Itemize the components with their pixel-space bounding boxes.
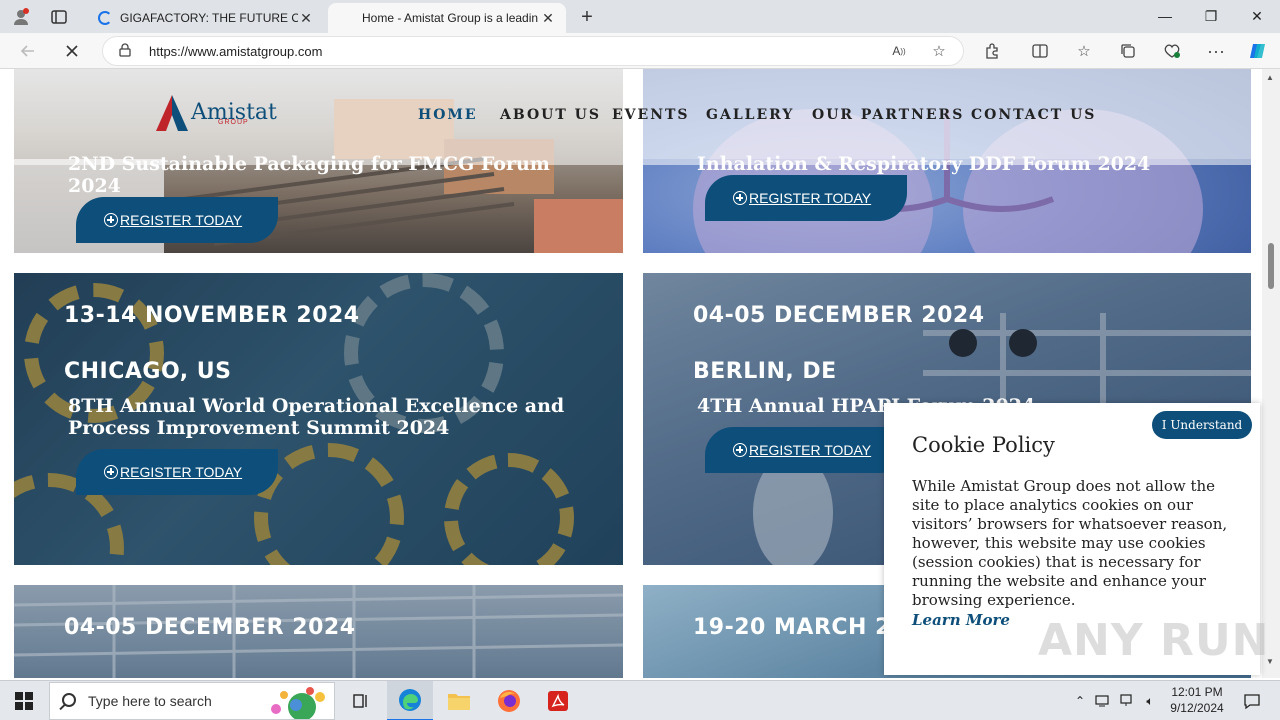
tab-actions-icon[interactable] xyxy=(48,6,70,28)
new-tab-icon[interactable]: + xyxy=(576,6,598,28)
chevron-up-icon[interactable]: ⌃ xyxy=(1070,694,1090,708)
register-label: REGISTER TODAY xyxy=(120,464,243,480)
search-placeholder: Type here to search xyxy=(88,693,212,709)
browser-tab-strip: GIGAFACTORY: THE FUTURE OF E ✕ Home - Am… xyxy=(0,0,1280,33)
restore-icon[interactable]: ❐ xyxy=(1188,4,1234,28)
taskbar-search-box[interactable]: Type here to search xyxy=(49,682,335,720)
close-tab-icon[interactable]: ✕ xyxy=(298,10,314,27)
event-card[interactable]: 13-14 NOVEMBER 2024 CHICAGO, US 8TH Annu… xyxy=(14,273,623,565)
scroll-thumb[interactable] xyxy=(1268,243,1274,289)
read-aloud-icon[interactable]: A)) xyxy=(887,39,911,63)
system-tray: ⌃ 🔈︎ xyxy=(1070,681,1162,720)
file-explorer-icon[interactable] xyxy=(436,681,482,720)
register-today-button[interactable]: REGISTER TODAY xyxy=(76,197,278,243)
windows-logo-icon xyxy=(15,692,33,710)
windows-taskbar: Type here to search ⌃ 🔈︎ 12:01 PM 9/12/2… xyxy=(0,680,1280,720)
loading-icon xyxy=(98,11,112,25)
tab-gigafactory[interactable]: GIGAFACTORY: THE FUTURE OF E ✕ xyxy=(88,3,324,33)
nav-contact-us[interactable]: CONTACT US xyxy=(971,107,1096,123)
acrobat-icon[interactable] xyxy=(535,681,581,720)
profile-icon[interactable] xyxy=(10,6,32,28)
notifications-icon[interactable] xyxy=(1232,681,1272,720)
network-icon[interactable] xyxy=(1090,693,1114,710)
collections-icon[interactable] xyxy=(1116,39,1140,63)
url-text: https://www.amistatgroup.com xyxy=(149,44,323,59)
stop-loading-icon[interactable] xyxy=(60,39,84,63)
register-label: REGISTER TODAY xyxy=(749,442,872,458)
edge-taskbar-icon[interactable] xyxy=(387,681,433,720)
more-menu-icon[interactable]: ··· xyxy=(1204,39,1228,63)
browser-toolbar: https://www.amistatgroup.com A)) ☆ ☆ ··· xyxy=(0,33,1280,69)
start-button[interactable] xyxy=(0,681,48,720)
site-header: Amistat GROUP HOME ABOUT US EVENTS GALLE… xyxy=(0,69,1262,165)
tab-title: Home - Amistat Group is a leadin xyxy=(362,11,539,25)
add-circle-icon xyxy=(733,191,747,205)
site-logo[interactable]: Amistat GROUP xyxy=(156,95,277,131)
copilot-icon[interactable] xyxy=(1246,39,1270,63)
task-view-icon[interactable] xyxy=(338,681,384,720)
split-screen-icon[interactable] xyxy=(1028,39,1052,63)
event-card[interactable]: 04-05 DECEMBER 2024 xyxy=(14,585,623,678)
nav-our-partners[interactable]: OUR PARTNERS xyxy=(812,107,964,123)
lock-icon[interactable] xyxy=(119,43,131,57)
taskbar-clock[interactable]: 12:01 PM 9/12/2024 xyxy=(1162,684,1232,716)
learn-more-link[interactable]: Learn More xyxy=(912,611,1010,629)
page-scrollbar[interactable]: ▲ ▼ xyxy=(1262,69,1280,678)
browser-essentials-icon[interactable] xyxy=(1160,39,1184,63)
i-understand-button[interactable]: I Understand xyxy=(1152,411,1252,439)
back-icon[interactable] xyxy=(16,39,40,63)
firefox-icon[interactable] xyxy=(486,681,532,720)
tab-amistat-home[interactable]: Home - Amistat Group is a leadin ✕ xyxy=(328,3,566,33)
register-label: REGISTER TODAY xyxy=(120,212,243,228)
add-circle-icon xyxy=(733,443,747,457)
register-today-button[interactable]: REGISTER TODAY xyxy=(705,427,907,473)
add-circle-icon xyxy=(104,213,118,227)
event-city: BERLIN, DE xyxy=(693,359,837,384)
cookie-title: Cookie Policy xyxy=(912,433,1055,457)
search-highlight-icon xyxy=(271,687,325,719)
register-today-button[interactable]: REGISTER TODAY xyxy=(76,449,278,495)
register-label: REGISTER TODAY xyxy=(749,190,872,206)
event-city: CHICAGO, US xyxy=(64,359,232,384)
minimize-icon[interactable]: — xyxy=(1142,4,1188,28)
favorite-star-icon[interactable]: ☆ xyxy=(927,39,951,63)
search-icon xyxy=(62,693,76,707)
event-date: 19-20 MARCH 2 xyxy=(693,615,891,640)
display-icon[interactable] xyxy=(1114,693,1138,710)
nav-about-us[interactable]: ABOUT US xyxy=(500,107,601,123)
nav-gallery[interactable]: GALLERY xyxy=(706,107,794,123)
favorites-icon[interactable]: ☆ xyxy=(1072,39,1096,63)
add-circle-icon xyxy=(104,465,118,479)
page-viewport: 2ND Sustainable Packaging for FMCG Forum… xyxy=(0,69,1280,678)
cookie-body: While Amistat Group does not allow the s… xyxy=(912,477,1228,609)
anyrun-watermark: ANY RUN xyxy=(1038,615,1270,666)
event-date: 04-05 DECEMBER 2024 xyxy=(693,303,985,328)
close-window-icon[interactable]: ✕ xyxy=(1234,4,1280,28)
address-bar[interactable]: https://www.amistatgroup.com A)) ☆ xyxy=(102,36,964,66)
scroll-up-arrow-icon[interactable]: ▲ xyxy=(1266,73,1274,82)
nav-home[interactable]: HOME xyxy=(418,107,478,123)
tab-title: GIGAFACTORY: THE FUTURE OF E xyxy=(120,11,298,25)
volume-icon[interactable]: 🔈︎ xyxy=(1138,694,1162,709)
event-date: 04-05 DECEMBER 2024 xyxy=(64,615,356,640)
nav-events[interactable]: EVENTS xyxy=(612,107,690,123)
amistat-logo-icon xyxy=(156,95,188,131)
event-date: 13-14 NOVEMBER 2024 xyxy=(64,303,360,328)
clock-time: 12:01 PM xyxy=(1171,685,1223,699)
extensions-icon[interactable] xyxy=(980,39,1004,63)
close-tab-icon[interactable]: ✕ xyxy=(540,10,556,27)
clock-date: 9/12/2024 xyxy=(1170,701,1224,715)
logo-subtext: GROUP xyxy=(218,119,249,126)
register-today-button[interactable]: REGISTER TODAY xyxy=(705,175,907,221)
event-title: 8TH Annual World Operational Excellence … xyxy=(68,395,565,439)
